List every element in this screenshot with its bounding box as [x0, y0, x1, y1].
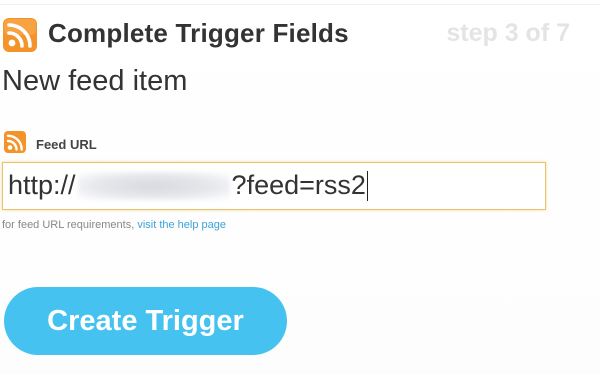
page-title: Complete Trigger Fields [48, 18, 349, 48]
trigger-fields-page: Complete Trigger Fields step 3 of 7 New … [0, 0, 600, 374]
feed-url-value: http:// ?feed=rss2 [8, 170, 368, 201]
rss-feed-icon [3, 18, 37, 52]
create-trigger-button[interactable]: Create Trigger [4, 287, 287, 355]
rss-feed-icon [4, 131, 26, 153]
help-text: for feed URL requirements, visit the hel… [2, 219, 226, 231]
header-divider [0, 4, 600, 5]
redacted-domain [77, 171, 230, 200]
feed-url-label: Feed URL [36, 137, 97, 152]
help-link[interactable]: visit the help page [137, 219, 226, 231]
url-suffix: ?feed=rss2 [231, 170, 366, 200]
url-prefix: http:// [8, 170, 76, 200]
feed-url-input[interactable]: http:// ?feed=rss2 [2, 162, 546, 210]
help-note: for feed URL requirements, [2, 219, 135, 231]
text-caret [366, 170, 368, 201]
step-indicator: step 3 of 7 [446, 19, 570, 47]
trigger-name: New feed item [2, 65, 188, 97]
